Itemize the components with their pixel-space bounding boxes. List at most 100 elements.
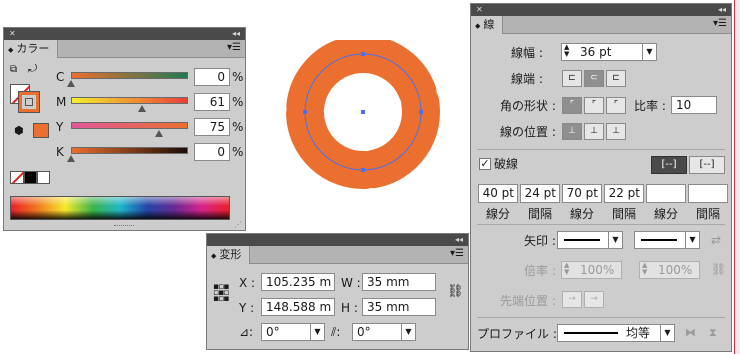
white-swatch[interactable] [37,171,50,184]
weight-stepper[interactable]: ▲ ▼ 36 pt ▼ [561,43,657,61]
tab-transform[interactable]: ◆ 変形 [207,246,251,264]
projecting-cap-button[interactable]: ⊏ [606,70,626,87]
link-scale-icon[interactable]: ⛓ [711,262,726,276]
transform-panel-titlebar[interactable]: ◂◂ [207,234,468,246]
x-input[interactable]: 105.235 m [261,273,335,291]
gap-2-input[interactable]: 22 pt [604,184,644,203]
channel-c-thumb[interactable] [67,80,75,87]
profile-select[interactable]: 均等 ▼ [557,324,675,342]
chevron-down-icon[interactable]: ▼ [401,324,415,340]
reference-point-icon[interactable]: ▪▫▪ ▫▪▫ ▪▫▪ [213,283,231,304]
stepper-arrows-icon[interactable]: ▲ ▼ [564,44,569,58]
anchor-point-top[interactable] [361,52,365,56]
dashed-checkbox[interactable]: ✓ [479,158,491,170]
chevron-down-icon[interactable]: ▼ [660,325,674,341]
dash-1-input[interactable]: 40 pt [478,184,518,203]
scale-start-input[interactable]: ▲ ▼ 100% [561,261,622,279]
swap-colors-icon[interactable]: ⤾ [28,62,37,76]
flip-across-icon[interactable]: ⧗ [709,326,717,340]
panel-divider [477,317,725,318]
channel-m-slider[interactable] [71,97,188,104]
anchor-point-left[interactable] [303,110,307,114]
w-input[interactable]: 35 mm [362,273,436,291]
stroke-panel: ✕ ◂◂ ◆ 線 ▾☰ 線幅 : ▲ ▼ 36 pt ▼ 線端 : ⊏ ⊂ ⊏ 角の… [470,3,732,352]
black-swatch[interactable] [24,171,37,184]
miter-join-button[interactable]: ⌜ [562,97,582,114]
current-color-swatch[interactable] [33,123,49,138]
default-colors-icon[interactable]: ⧉ [10,64,17,75]
limit-input[interactable]: 10 [671,96,717,114]
align-dash-button[interactable]: [‐‐] [689,156,725,174]
chevron-down-icon[interactable]: ▼ [685,232,699,248]
scale-end-input[interactable]: ▲ ▼ 100% [639,261,700,279]
shear-value: 0° [357,325,371,339]
chevron-down-icon[interactable]: ▼ [642,44,656,60]
arrow-tip-at-button[interactable]: → [584,291,604,308]
butt-cap-button[interactable]: ⊏ [562,70,582,87]
channel-k-input[interactable]: 0 [194,143,230,161]
panel-menu-icon[interactable]: ▾☰ [450,248,464,259]
preserve-dash-button[interactable]: [⁠‐‐] [651,156,687,174]
channel-y-slider[interactable] [71,122,188,129]
arrow-end-select[interactable]: ▼ [634,231,700,249]
channel-c-slider[interactable] [71,72,188,79]
arrow-start-select[interactable]: ▼ [557,231,623,249]
channel-k-slider[interactable] [71,147,188,154]
close-icon[interactable]: ✕ [9,28,16,40]
panel-menu-icon[interactable]: ▾☰ [227,42,241,53]
flip-along-icon[interactable]: ⧓ [685,326,696,339]
color-spectrum[interactable] [10,196,230,220]
channel-m-input[interactable]: 61 [194,93,230,111]
dash-2-input[interactable]: 70 pt [562,184,602,203]
center-point [361,110,365,114]
channel-k-thumb[interactable] [67,155,75,162]
gap-1-input[interactable]: 24 pt [520,184,560,203]
panel-bottom-handle[interactable] [114,225,134,227]
collapse-icon[interactable]: ◂◂ [718,4,726,16]
channel-y-label: Y [56,120,64,134]
ring-dash-segment[interactable] [286,40,367,125]
out-of-gamut-icon[interactable]: ⬢ [14,124,24,137]
h-input[interactable]: 35 mm [362,298,436,316]
channel-m-thumb[interactable] [138,105,147,112]
y-label: Y : [239,301,255,315]
shear-select[interactable]: 0° ▼ [352,323,416,341]
tab-stroke-label: 線 [483,18,495,31]
arrow-tip-beyond-button[interactable]: → [562,291,582,308]
channel-c-input[interactable]: 0 [194,68,230,86]
panel-menu-icon[interactable]: ▾☰ [713,18,727,29]
constrain-proportions-icon[interactable]: ⛓ [447,284,464,299]
stepper-arrows-icon[interactable]: ▲ ▼ [564,262,569,276]
y-input[interactable]: 148.588 m [261,298,335,316]
channel-y-input[interactable]: 75 [194,118,230,136]
chevron-down-icon[interactable]: ▼ [310,324,324,340]
round-cap-button[interactable]: ⊂ [584,70,604,87]
anchor-point-bottom[interactable] [361,168,365,172]
channel-y-thumb[interactable] [154,130,163,137]
rotate-select[interactable]: 0° ▼ [261,323,325,341]
align-center-button[interactable]: ⊥ [562,123,582,140]
stepper-arrows-icon[interactable]: ▲ ▼ [642,262,647,276]
collapse-icon[interactable]: ◂◂ [232,28,240,40]
close-icon[interactable]: ✕ [476,4,483,16]
align-inside-button[interactable]: ⊥ [584,123,604,140]
align-outside-button[interactable]: ⊥ [606,123,626,140]
stroke-panel-titlebar[interactable]: ✕ ◂◂ [471,4,731,16]
color-panel-titlebar[interactable]: ✕ ◂◂ [4,28,245,40]
round-join-button[interactable]: ⌜ [584,97,604,114]
tab-stroke[interactable]: ◆ 線 [471,16,504,34]
none-swatch[interactable] [10,171,24,184]
tab-color[interactable]: ◆ カラー [4,40,59,58]
stroke-swatch[interactable] [18,91,40,113]
canvas-artwork[interactable] [270,40,460,200]
anchor-point-right[interactable] [419,110,423,114]
arrow-label: 矢印 : [524,234,556,248]
gap-3-input[interactable] [688,184,728,203]
collapse-icon[interactable]: ◂◂ [455,234,463,246]
resize-grip-icon[interactable]: ⋰ [234,220,242,229]
bevel-join-button[interactable]: ⌜ [606,97,626,114]
dash-3-input[interactable] [646,184,686,203]
swap-arrows-icon[interactable]: ⇄ [711,233,721,247]
weight-label: 線幅 : [511,46,543,60]
chevron-down-icon[interactable]: ▼ [608,232,622,248]
